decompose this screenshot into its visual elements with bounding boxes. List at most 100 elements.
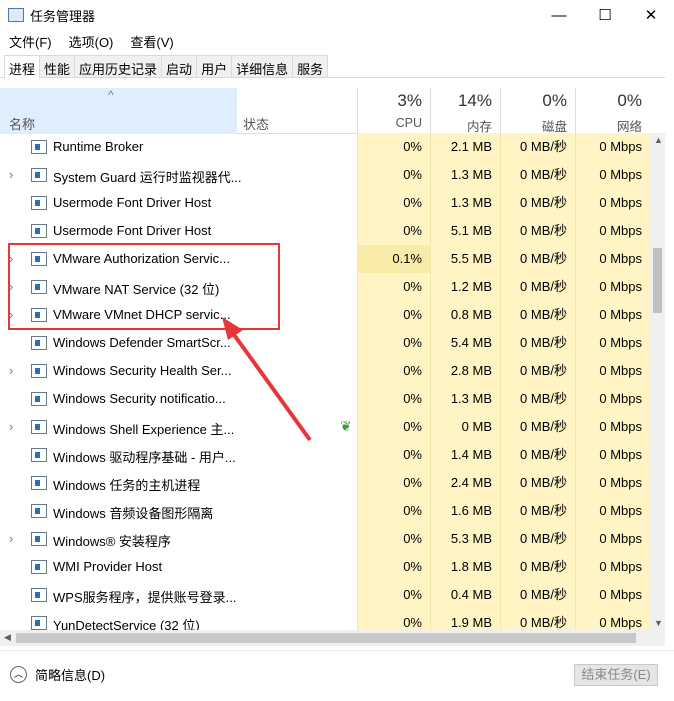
process-name: Windows 驱动程序基础 - 用户... [53, 450, 236, 465]
process-row[interactable]: Windows Defender SmartScr... 0% 5.4 MB 0 MB… [0, 329, 650, 357]
cpu-column-header[interactable]: 3% CPU [357, 88, 430, 134]
disk-cell: 0 MB/秒 [500, 161, 575, 189]
tab-performance[interactable]: 性能 [40, 55, 76, 78]
process-icon [31, 392, 47, 406]
network-cell: 0 Mbps [575, 245, 650, 273]
disk-cell: 0 MB/秒 [500, 441, 575, 469]
disk-column-header[interactable]: 0% 磁盘 [500, 88, 575, 134]
process-row[interactable]: Usermode Font Driver Host 0% 1.3 MB 0 MB/秒 0… [0, 189, 650, 217]
process-row[interactable]: Windows 驱动程序基础 - 用户... 0% 1.4 MB 0 MB/秒 0 Mb… [0, 441, 650, 469]
scroll-up-icon[interactable]: ▲ [654, 135, 663, 145]
task-manager-icon [8, 8, 24, 22]
process-row[interactable]: WMI Provider Host 0% 1.8 MB 0 MB/秒 0 Mbps [0, 553, 650, 581]
network-total: 0% [617, 91, 642, 110]
process-name: Windows Security Health Ser... [53, 363, 232, 378]
memory-cell: 5.3 MB [430, 525, 500, 553]
process-row[interactable]: Windows 任务的主机进程 0% 2.4 MB 0 MB/秒 0 Mbps [0, 469, 650, 497]
disk-cell: 0 MB/秒 [500, 301, 575, 329]
tab-bar: 进程 性能 应用历史记录 启动 用户 详细信息 服务 [4, 55, 329, 79]
cpu-cell: 0% [357, 609, 430, 630]
disk-cell: 0 MB/秒 [500, 609, 575, 630]
tab-processes[interactable]: 进程 [4, 55, 41, 79]
process-icon [31, 588, 47, 602]
process-icon [31, 504, 47, 518]
tab-startup[interactable]: 启动 [162, 55, 198, 78]
process-row[interactable]: WPS服务程序，提供账号登录... 0% 0.4 MB 0 MB/秒 0 Mbps [0, 581, 650, 609]
network-cell: 0 Mbps [575, 301, 650, 329]
disk-cell: 0 MB/秒 [500, 469, 575, 497]
tab-users[interactable]: 用户 [197, 55, 233, 78]
disk-cell: 0 MB/秒 [500, 525, 575, 553]
disk-cell: 0 MB/秒 [500, 497, 575, 525]
menu-file[interactable]: 文件(F) [0, 32, 60, 51]
horizontal-scroll-thumb[interactable] [16, 633, 636, 643]
fewer-details-label: 简略信息(D) [35, 668, 106, 683]
maximize-button[interactable]: ☐ [582, 0, 628, 30]
memory-cell: 5.1 MB [430, 217, 500, 245]
cpu-label: CPU [395, 116, 422, 130]
process-row[interactable]: Usermode Font Driver Host 0% 5.1 MB 0 MB/秒 0… [0, 217, 650, 245]
process-icon [31, 532, 47, 546]
process-icon [31, 616, 47, 630]
cpu-cell: 0.1% [357, 245, 430, 273]
minimize-button[interactable]: — [536, 0, 582, 30]
disk-cell: 0 MB/秒 [500, 245, 575, 273]
process-row[interactable]: › Windows® 安装程序 0% 5.3 MB 0 MB/秒 0 Mbps [0, 525, 650, 553]
scroll-thumb[interactable] [653, 248, 662, 313]
memory-cell: 1.8 MB [430, 553, 500, 581]
tab-services[interactable]: 服务 [293, 55, 329, 78]
process-icon [31, 140, 47, 154]
memory-cell: 0 MB [430, 413, 500, 441]
process-row[interactable]: › Windows Shell Experience 主... ❦ 0% 0 MB 0 M… [0, 413, 650, 441]
cpu-cell: 0% [357, 385, 430, 413]
cpu-cell: 0% [357, 469, 430, 497]
process-row[interactable]: Windows Security notificatio... 0% 1.3 MB 0… [0, 385, 650, 413]
process-name: WMI Provider Host [53, 559, 163, 574]
cpu-cell: 0% [357, 189, 430, 217]
disk-cell: 0 MB/秒 [500, 553, 575, 581]
disk-cell: 0 MB/秒 [500, 385, 575, 413]
cpu-cell: 0% [357, 581, 430, 609]
process-name: Usermode Font Driver Host [53, 223, 212, 238]
process-row[interactable]: Runtime Broker 0% 2.1 MB 0 MB/秒 0 Mbps [0, 133, 650, 161]
memory-cell: 1.2 MB [430, 273, 500, 301]
disk-cell: 0 MB/秒 [500, 273, 575, 301]
expand-chevron-icon[interactable]: › [9, 531, 13, 546]
cpu-total: 3% [397, 91, 422, 110]
memory-cell: 1.6 MB [430, 497, 500, 525]
fewer-details-button[interactable]: ︿ 简略信息(D) [10, 665, 105, 684]
network-cell: 0 Mbps [575, 553, 650, 581]
tab-app-history[interactable]: 应用历史记录 [75, 55, 163, 78]
process-row[interactable]: › Windows Security Health Ser... 0% 2.8 MB 0… [0, 357, 650, 385]
scroll-left-icon[interactable]: ◀ [4, 632, 11, 643]
scroll-down-icon[interactable]: ▼ [654, 618, 663, 628]
disk-total: 0% [542, 91, 567, 110]
process-row[interactable]: Windows 音频设备图形隔离 0% 1.6 MB 0 MB/秒 0 Mbps [0, 497, 650, 525]
menu-options[interactable]: 选项(O) [60, 32, 122, 51]
cpu-cell: 0% [357, 357, 430, 385]
name-column-header[interactable]: ^ 名称 [0, 88, 237, 134]
tab-details[interactable]: 详细信息 [232, 55, 294, 78]
network-cell: 0 Mbps [575, 133, 650, 161]
process-icon [31, 476, 47, 490]
horizontal-scrollbar[interactable]: ◀ [0, 630, 665, 646]
menu-view[interactable]: 查看(V) [121, 32, 181, 51]
process-row[interactable]: › System Guard 运行时监视器代... 0% 1.3 MB 0 MB/秒 0 … [0, 161, 650, 189]
status-column-header[interactable]: 状态 [243, 114, 269, 133]
process-name: Usermode Font Driver Host [53, 195, 212, 210]
expand-chevron-icon[interactable]: › [9, 167, 13, 182]
column-header: ^ 名称 状态 3% CPU 14% 内存 0% 磁盘 0% 网络 [0, 88, 650, 134]
memory-cell: 0.8 MB [430, 301, 500, 329]
expand-chevron-icon[interactable]: › [9, 363, 13, 378]
network-cell: 0 Mbps [575, 497, 650, 525]
menu-bar: 文件(F) 选项(O) 查看(V) [0, 30, 182, 52]
expand-chevron-icon[interactable]: › [9, 419, 13, 434]
close-button[interactable]: ✕ [628, 0, 674, 30]
process-name: Windows Security notificatio... [53, 391, 226, 406]
vertical-scrollbar[interactable]: ▲ ▼ [650, 133, 665, 630]
memory-column-header[interactable]: 14% 内存 [430, 88, 500, 134]
end-task-button[interactable]: 结束任务(E) [574, 664, 658, 686]
network-column-header[interactable]: 0% 网络 [575, 88, 650, 134]
name-label: 名称 [9, 117, 36, 132]
process-row[interactable]: YunDetectService (32 位) 0% 1.9 MB 0 MB/秒 0 M… [0, 609, 650, 630]
